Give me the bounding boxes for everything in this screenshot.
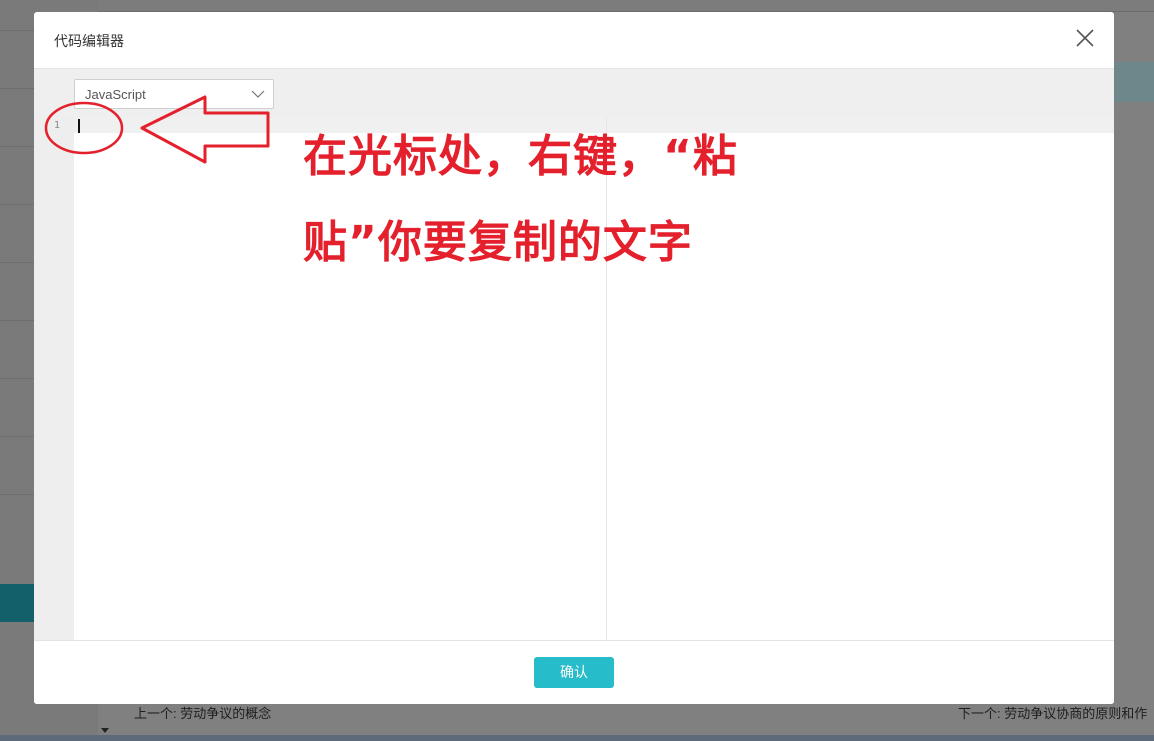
language-select-value: JavaScript	[85, 87, 146, 102]
next-link[interactable]: 下一个: 劳动争议协商的原则和作	[958, 703, 1154, 722]
annotation-line-2: 贴”你要复制的文字	[303, 217, 693, 268]
background-header-strip	[1114, 62, 1154, 102]
background-topbar	[98, 0, 1154, 12]
prev-link[interactable]: 上一个: 劳动争议的概念	[134, 703, 271, 722]
annotation-line-1: 在光标处，右键，“粘	[303, 131, 738, 182]
line-number: 1	[54, 120, 61, 131]
sidebar-active-item	[0, 584, 34, 622]
modal-header: 代码编辑器	[34, 12, 1114, 69]
language-select[interactable]: JavaScript	[74, 79, 274, 109]
text-cursor	[78, 119, 80, 133]
editor-toolbar: JavaScript	[34, 69, 1114, 117]
taskbar	[0, 735, 1154, 741]
chevron-down-icon	[251, 90, 265, 98]
caret-down-icon	[101, 728, 109, 733]
modal-title: 代码编辑器	[54, 33, 124, 49]
close-icon[interactable]	[1074, 27, 1096, 49]
confirm-button[interactable]: 确认	[534, 657, 614, 688]
editor-gutter	[34, 117, 74, 640]
annotation-instruction: 在光标处，右键，“粘 贴”你要复制的文字	[303, 114, 803, 286]
modal-footer: 确认	[34, 640, 1114, 704]
